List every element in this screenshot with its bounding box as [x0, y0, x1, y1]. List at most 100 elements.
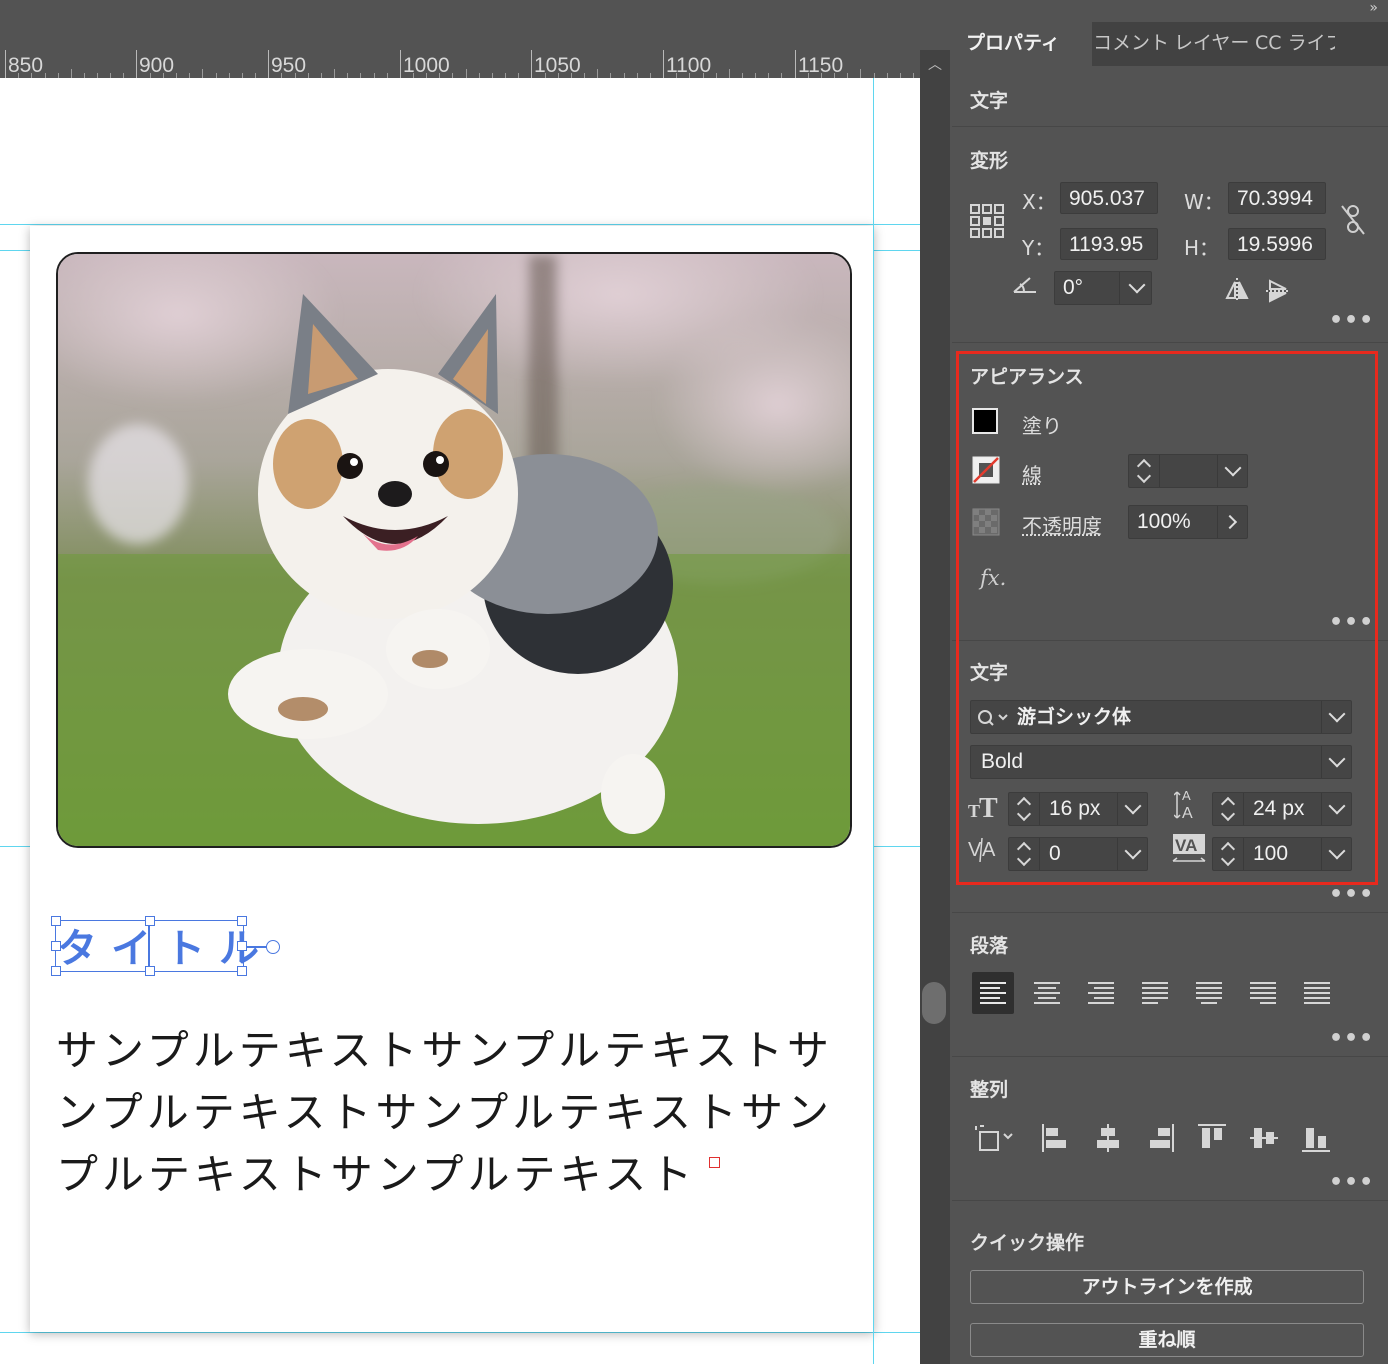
ruler-tick [795, 50, 796, 78]
justify-left-button[interactable] [1134, 972, 1176, 1014]
more-options-icon[interactable]: ••• [1329, 308, 1374, 333]
align-center-button[interactable] [1026, 972, 1068, 1014]
align-center-icon [1034, 982, 1060, 1004]
ruler-minor-tick [202, 69, 204, 78]
ruler-label: 900 [139, 54, 175, 77]
tab-layers[interactable]: レイヤー [1160, 22, 1254, 66]
divider [952, 912, 1388, 913]
w-label: W： [1184, 190, 1224, 214]
vertical-scrollbar[interactable] [920, 50, 950, 1364]
ruler-label: 950 [271, 54, 307, 77]
object-type-label: 文字 [970, 90, 1009, 112]
reference-point-icon[interactable] [970, 204, 1004, 238]
height-field[interactable]: 19.5996 [1228, 228, 1326, 260]
panel-tabs: プロパティ コメント レイヤー CC ライブラリ [952, 22, 1388, 66]
tab-label: プロパティ [966, 32, 1060, 54]
x-label: X： [1022, 190, 1056, 214]
quick-actions-section-title: クイック操作 [970, 1232, 1085, 1254]
align-bottom-edges-icon[interactable] [1300, 1122, 1332, 1154]
ruler-tick [136, 50, 137, 78]
text-out-port[interactable] [266, 940, 280, 954]
guide-line [0, 1332, 920, 1333]
constrain-proportions-icon[interactable] [1340, 204, 1366, 236]
justify-center-icon [1196, 982, 1222, 1004]
tab-cc-libraries[interactable]: CC ライブラリ [1241, 22, 1335, 66]
selection-handle[interactable] [51, 966, 61, 976]
h-label: H： [1184, 236, 1220, 260]
tab-label: レイヤー [1174, 32, 1250, 54]
overset-indicator-icon[interactable] [709, 1157, 720, 1168]
align-section-title: 整列 [970, 1079, 1009, 1101]
ruler-minor-tick [597, 69, 599, 78]
collapse-panel-icon[interactable]: » [1369, 0, 1378, 16]
rotate-angle-dropdown[interactable]: 0° [1054, 271, 1152, 305]
justify-right-button[interactable] [1242, 972, 1284, 1014]
ruler-tick [531, 50, 532, 78]
highlight-box [956, 351, 1378, 885]
ruler-minor-tick [334, 69, 335, 78]
width-field[interactable]: 70.3994 [1228, 182, 1326, 214]
body-text[interactable]: サンプルテキストサンプルテキストサンプルテキストサンプルテキストサンプルテキスト… [56, 1020, 856, 1206]
ruler-tick [268, 50, 269, 78]
align-right-button[interactable] [1080, 972, 1122, 1014]
panel-header-strip [952, 0, 1388, 22]
align-left-edges-icon[interactable] [1040, 1122, 1072, 1154]
scroll-up-arrow-icon[interactable]: ︿ [920, 50, 950, 80]
divider [952, 126, 1388, 127]
divider [1119, 272, 1120, 304]
text-cursor [148, 920, 150, 970]
align-to-selection-icon[interactable] [974, 1122, 1020, 1154]
align-right-edges-icon[interactable] [1144, 1122, 1176, 1154]
chevron-down-icon[interactable] [1128, 276, 1146, 294]
arrange-button[interactable]: 重ね順 [970, 1323, 1364, 1357]
scrollbar-thumb[interactable] [922, 982, 946, 1024]
selection-handle[interactable] [145, 966, 155, 976]
selection-handle[interactable] [51, 941, 61, 951]
dog-photo[interactable] [56, 252, 852, 848]
justify-right-icon [1250, 982, 1276, 1004]
rotate-angle-value[interactable]: 0° [1055, 272, 1119, 304]
guide-line [0, 224, 920, 225]
y-position-field[interactable]: 1193.95 [1060, 228, 1158, 260]
more-options-icon[interactable]: ••• [1329, 1026, 1374, 1051]
tab-properties[interactable]: プロパティ [952, 22, 1092, 66]
ruler-minor-tick [860, 69, 862, 78]
x-position-field[interactable]: 905.037 [1060, 182, 1158, 214]
align-left-button[interactable] [972, 972, 1014, 1014]
paragraph-section-title: 段落 [970, 935, 1009, 957]
align-vertical-centers-icon[interactable] [1248, 1122, 1280, 1154]
ruler-minor-tick [465, 69, 467, 78]
align-top-edges-icon[interactable] [1196, 1122, 1228, 1154]
align-left-icon [980, 982, 1006, 1004]
justify-left-icon [1142, 982, 1168, 1004]
align-right-icon [1088, 982, 1114, 1004]
selection-handle[interactable] [51, 916, 61, 926]
horizontal-ruler: 850 900 950 1000 1050 1100 1150 [0, 50, 920, 78]
more-options-icon[interactable]: ••• [1329, 882, 1374, 907]
tab-label: コメント [1093, 32, 1170, 54]
flip-horizontal-icon[interactable] [1224, 278, 1250, 302]
tab-label: CC ライブラリ [1255, 32, 1335, 54]
selection-handle[interactable] [237, 966, 247, 976]
tab-comments[interactable]: コメント [1079, 22, 1173, 66]
ruler-minor-tick [70, 69, 72, 78]
ruler-tick [400, 50, 401, 78]
ruler-label: 850 [8, 54, 44, 77]
y-label: Y： [1022, 236, 1055, 260]
divider [952, 342, 1388, 343]
ruler-minor-tick [728, 69, 730, 78]
thread-connector [246, 946, 268, 948]
more-options-icon[interactable]: ••• [1329, 1170, 1374, 1195]
create-outlines-button[interactable]: アウトラインを作成 [970, 1270, 1364, 1304]
divider [952, 1200, 1388, 1201]
selection-handle[interactable] [145, 916, 155, 926]
justify-center-button[interactable] [1188, 972, 1230, 1014]
selection-handle[interactable] [237, 916, 247, 926]
ruler-tick [5, 50, 6, 78]
flip-vertical-icon[interactable] [1266, 278, 1290, 304]
canvas[interactable]: タイトル サンプルテキストサンプルテキストサンプルテキストサンプルテキストサンプ… [0, 78, 920, 1364]
justify-all-button[interactable] [1296, 972, 1338, 1014]
align-horizontal-centers-icon[interactable] [1092, 1122, 1124, 1154]
ruler-tick [663, 50, 664, 78]
rotate-angle-icon [1013, 277, 1036, 293]
